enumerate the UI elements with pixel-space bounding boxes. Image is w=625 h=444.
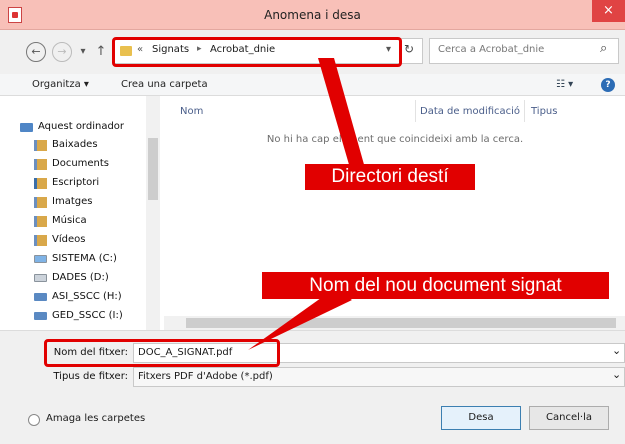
filename-highlight-box xyxy=(44,339,280,367)
folder-callout-arrow xyxy=(318,58,365,168)
folder-callout: Directori destí xyxy=(305,164,475,190)
annotation-arrows xyxy=(248,58,365,350)
filename-callout: Nom del nou document signat xyxy=(262,272,609,299)
